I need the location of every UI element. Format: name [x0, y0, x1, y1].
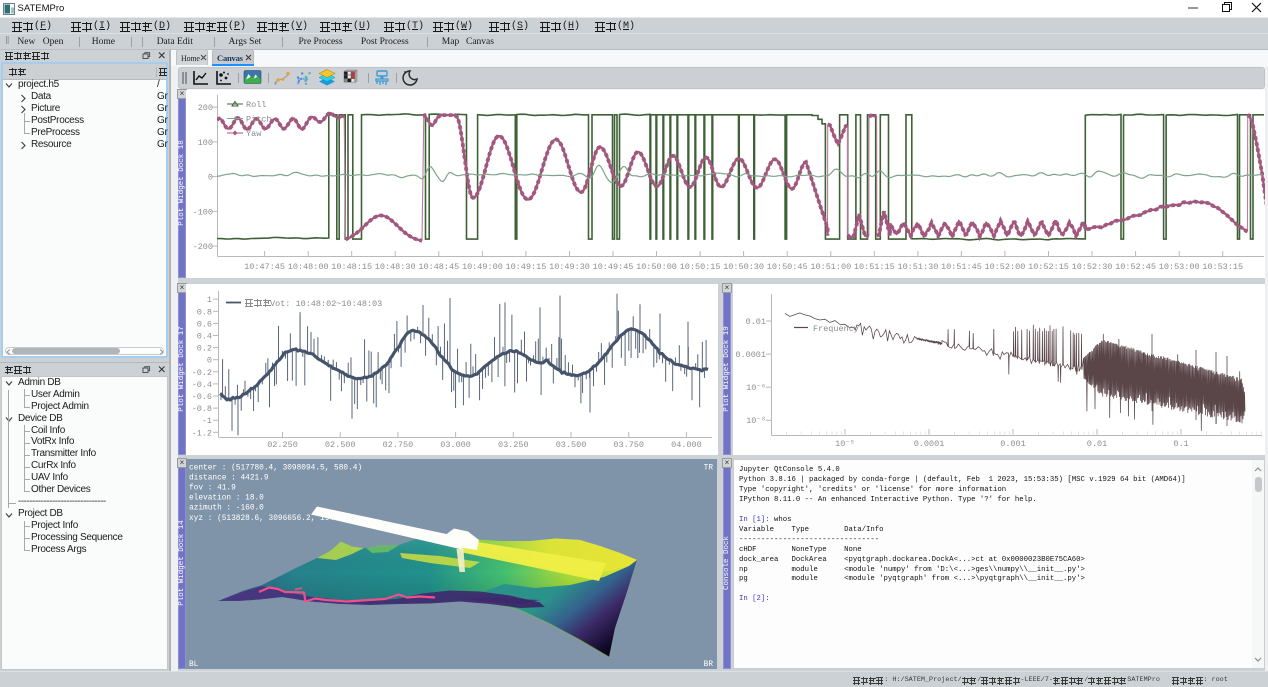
- svg-text:10:51:30: 10:51:30: [897, 262, 938, 272]
- svg-text:10:52:45: 10:52:45: [1115, 262, 1156, 272]
- svg-text:10⁻⁸: 10⁻⁸: [746, 416, 766, 426]
- svg-text:04.000: 04.000: [671, 440, 702, 450]
- svg-text:10:50:30: 10:50:30: [723, 262, 764, 272]
- svg-text:10:51:15: 10:51:15: [854, 262, 895, 272]
- svg-text:02.500: 02.500: [325, 440, 356, 450]
- svg-text:BL: BL: [189, 661, 199, 669]
- svg-text:-1: -1: [202, 416, 212, 426]
- svg-text:0: 0: [208, 173, 213, 183]
- svg-text:03.000: 03.000: [440, 440, 471, 450]
- svg-text:10:52:15: 10:52:15: [1028, 262, 1069, 272]
- svg-text:0.8: 0.8: [197, 307, 212, 317]
- svg-text:0.0001: 0.0001: [914, 439, 945, 449]
- svg-text:Pitch: Pitch: [246, 115, 272, 125]
- svg-text:0.01: 0.01: [746, 317, 766, 327]
- svg-text:10:51:00: 10:51:00: [810, 262, 851, 272]
- svg-text:Frequency: Frequency: [813, 324, 859, 334]
- svg-text:-0.2: -0.2: [192, 368, 212, 378]
- svg-text:-100: -100: [193, 207, 213, 217]
- svg-text:10:49:30: 10:49:30: [549, 262, 590, 272]
- svg-text:10⁻⁵: 10⁻⁵: [835, 439, 855, 449]
- svg-text:0.6: 0.6: [197, 319, 212, 329]
- svg-text:distance : 4421.9: distance : 4421.9: [189, 475, 269, 483]
- svg-text:100: 100: [198, 138, 213, 148]
- svg-text:Roll: Roll: [246, 100, 266, 110]
- svg-text:200: 200: [198, 103, 213, 113]
- svg-text:10:52:00: 10:52:00: [984, 262, 1025, 272]
- svg-text:10:53:00: 10:53:00: [1159, 262, 1200, 272]
- svg-text:10:51:45: 10:51:45: [941, 262, 982, 272]
- svg-text:10:50:00: 10:50:00: [636, 262, 677, 272]
- svg-text:0.4: 0.4: [197, 332, 212, 342]
- svg-text:xyz : (513828.6, 3096656.2, 19: xyz : (513828.6, 3096656.2, 1946.8): [189, 515, 353, 523]
- svg-text:-0.4: -0.4: [192, 380, 212, 390]
- svg-text:10:50:15: 10:50:15: [680, 262, 721, 272]
- svg-text:0.01: 0.01: [1087, 439, 1107, 449]
- svg-text:fov : 41.9: fov : 41.9: [189, 485, 236, 493]
- svg-text:10:49:45: 10:49:45: [593, 262, 634, 272]
- svg-text:Yaw: Yaw: [246, 129, 262, 139]
- svg-text:TR: TR: [704, 465, 714, 473]
- svg-text:elevation : 18.0: elevation : 18.0: [189, 495, 264, 503]
- svg-text:-0.8: -0.8: [192, 404, 212, 414]
- svg-text:02.250: 02.250: [267, 440, 298, 450]
- svg-text:10:48:15: 10:48:15: [331, 262, 372, 272]
- svg-text:10:48:45: 10:48:45: [418, 262, 459, 272]
- svg-text:0.2: 0.2: [197, 344, 212, 354]
- svg-text:10:49:15: 10:49:15: [505, 262, 546, 272]
- svg-text:02.750: 02.750: [383, 440, 414, 450]
- svg-text:10:52:30: 10:52:30: [1072, 262, 1113, 272]
- svg-text:0.001: 0.001: [1000, 439, 1026, 449]
- svg-text:0.1: 0.1: [1173, 439, 1188, 449]
- svg-text:10:48:00: 10:48:00: [288, 262, 329, 272]
- svg-text:-1.2: -1.2: [192, 428, 212, 438]
- svg-text:1: 1: [207, 295, 212, 305]
- svg-text:-0.6: -0.6: [192, 392, 212, 402]
- svg-text:03.250: 03.250: [498, 440, 529, 450]
- svg-text:10⁻⁶: 10⁻⁶: [746, 383, 766, 393]
- svg-text:10:48:30: 10:48:30: [375, 262, 416, 272]
- svg-text:-200: -200: [193, 242, 213, 252]
- svg-text:10:49:00: 10:49:00: [462, 262, 503, 272]
- svg-text:03.500: 03.500: [556, 440, 587, 450]
- svg-text:10:53:15: 10:53:15: [1202, 262, 1243, 272]
- svg-text:Vot: 10:48:02~10:48:03: Vot: 10:48:02~10:48:03: [270, 299, 382, 309]
- svg-text:10:47:45: 10:47:45: [244, 262, 285, 272]
- svg-text:azimuth : -160.0: azimuth : -160.0: [189, 505, 264, 513]
- svg-text:BR: BR: [704, 661, 714, 669]
- svg-text:0: 0: [207, 356, 212, 366]
- svg-text:0.0001: 0.0001: [735, 350, 766, 360]
- svg-text:center : (517780.4, 3098094.5,: center : (517780.4, 3098094.5, 580.4): [189, 465, 362, 473]
- svg-text:03.750: 03.750: [613, 440, 644, 450]
- svg-text:10:50:45: 10:50:45: [767, 262, 808, 272]
